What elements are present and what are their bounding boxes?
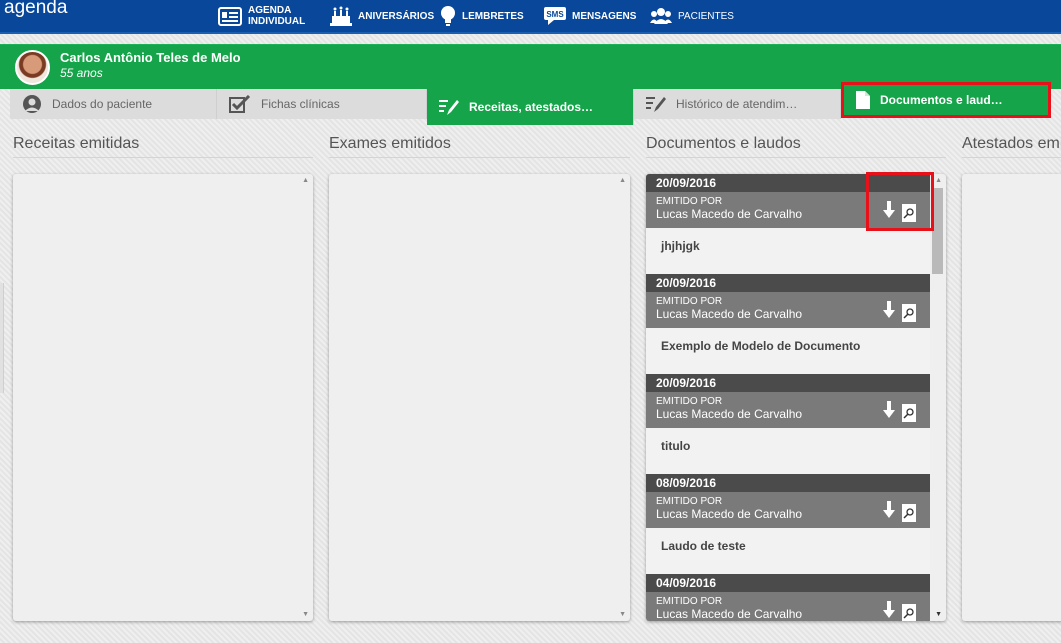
tab-receitas-label: Receitas, atestados… <box>469 100 594 114</box>
document-meta: EMITIDO POR Lucas Macedo de Carvalho <box>646 592 930 621</box>
nav-pacientes-label: PACIENTES <box>678 10 734 22</box>
document-title[interactable]: Exemplo de Modelo de Documento <box>646 328 930 374</box>
exames-title: Exames emitidos <box>329 135 630 158</box>
lightbulb-icon <box>440 5 456 27</box>
scroll-down-arrow[interactable]: ▼ <box>302 611 309 618</box>
scroll-down-arrow[interactable]: ▼ <box>935 611 942 618</box>
documentos-panel[interactable]: 20/09/2016 EMITIDO POR Lucas Macedo de C… <box>646 174 946 621</box>
documents-list: 20/09/2016 EMITIDO POR Lucas Macedo de C… <box>646 174 930 621</box>
document-meta: EMITIDO POR Lucas Macedo de Carvalho <box>646 392 930 428</box>
document-meta: EMITIDO POR Lucas Macedo de Carvalho <box>646 292 930 328</box>
nav-lembretes-label: LEMBRETES <box>462 10 524 22</box>
nav-agenda-line1: AGENDA <box>248 5 292 16</box>
download-icon[interactable] <box>882 501 896 524</box>
checkbox-icon <box>229 95 251 113</box>
tab-historico-label: Histórico de atendim… <box>676 97 798 111</box>
documentos-title: Documentos e laudos <box>646 135 946 158</box>
nav-mensagens[interactable]: SMS MENSAGENS <box>544 0 636 32</box>
nav-lembretes[interactable]: LEMBRETES <box>440 0 524 32</box>
view-document-icon[interactable] <box>902 503 916 522</box>
document-date: 08/09/2016 <box>646 474 930 492</box>
document-title[interactable]: Laudo de teste <box>646 528 930 574</box>
highlight-box <box>866 172 934 231</box>
nav-pacientes[interactable]: PACIENTES <box>650 0 734 32</box>
receitas-panel[interactable]: ▲ ▼ <box>13 174 313 621</box>
scroll-down-arrow[interactable]: ▼ <box>619 611 626 618</box>
cake-icon <box>330 6 352 26</box>
document-item: 20/09/2016 EMITIDO POR Lucas Macedo de C… <box>646 374 930 474</box>
document-item: 08/09/2016 EMITIDO POR Lucas Macedo de C… <box>646 474 930 574</box>
edit-list-icon <box>439 98 459 116</box>
download-icon[interactable] <box>882 401 896 424</box>
document-title[interactable]: jhjhjgk <box>646 228 930 274</box>
document-date: 04/09/2016 <box>646 574 930 592</box>
nav-agenda-individual[interactable]: AGENDA INDIVIDUAL <box>218 0 305 32</box>
patient-age: 55 anos <box>60 66 103 80</box>
left-edge-handle <box>0 283 4 393</box>
nav-aniversarios[interactable]: ANIVERSÁRIOS <box>330 0 434 32</box>
download-icon[interactable] <box>882 601 896 621</box>
document-actions <box>882 401 916 424</box>
scroll-up-arrow[interactable]: ▲ <box>935 177 942 184</box>
top-navbar: agenda AGENDA INDIVIDUAL ANIVERSÁRIOS LEM… <box>0 0 1061 34</box>
atestados-panel[interactable] <box>962 174 1061 621</box>
document-icon <box>856 91 870 109</box>
patient-avatar <box>15 50 50 85</box>
view-document-icon[interactable] <box>902 303 916 322</box>
document-actions <box>882 301 916 324</box>
download-icon[interactable] <box>882 301 896 324</box>
tab-dados-paciente[interactable]: Dados do paciente <box>10 89 217 119</box>
user-icon <box>22 95 42 113</box>
tab-historico-atendimentos[interactable]: Histórico de atendim… <box>634 89 841 119</box>
receitas-title: Receitas emitidas <box>13 135 313 158</box>
tab-fichas-label: Fichas clínicas <box>261 97 340 111</box>
nav-agenda-line2: INDIVIDUAL <box>248 16 306 27</box>
tab-fichas-clinicas[interactable]: Fichas clínicas <box>217 89 427 119</box>
tab-documentos-label: Documentos e laud… <box>880 93 1003 107</box>
atestados-title: Atestados emitidos <box>962 135 1061 158</box>
exames-panel[interactable]: ▲ ▼ <box>329 174 630 621</box>
view-document-icon[interactable] <box>902 603 916 621</box>
calendar-icon <box>218 6 242 26</box>
tab-receitas-atestados[interactable]: Receitas, atestados… <box>427 89 634 125</box>
users-icon <box>650 6 672 26</box>
sms-icon-text: SMS <box>546 10 564 19</box>
sms-icon: SMS <box>544 6 566 26</box>
document-actions <box>882 501 916 524</box>
patient-name: Carlos Antônio Teles de Melo <box>60 50 241 65</box>
scroll-up-arrow[interactable]: ▲ <box>302 177 309 184</box>
view-document-icon[interactable] <box>902 403 916 422</box>
document-actions <box>882 601 916 621</box>
tab-dados-label: Dados do paciente <box>52 97 153 111</box>
document-meta: EMITIDO POR Lucas Macedo de Carvalho <box>646 492 930 528</box>
document-title[interactable]: titulo <box>646 428 930 474</box>
document-item: 04/09/2016 EMITIDO POR Lucas Macedo de C… <box>646 574 930 621</box>
document-date: 20/09/2016 <box>646 274 930 292</box>
nav-aniversarios-label: ANIVERSÁRIOS <box>358 10 435 22</box>
nav-mensagens-label: MENSAGENS <box>572 10 637 22</box>
tab-documentos-laudos[interactable]: Documentos e laud… <box>841 82 1051 118</box>
document-item: 20/09/2016 EMITIDO POR Lucas Macedo de C… <box>646 274 930 374</box>
document-date: 20/09/2016 <box>646 374 930 392</box>
scroll-up-arrow[interactable]: ▲ <box>619 177 626 184</box>
edit-list-icon <box>646 95 666 113</box>
app-brand[interactable]: agenda <box>4 0 67 19</box>
